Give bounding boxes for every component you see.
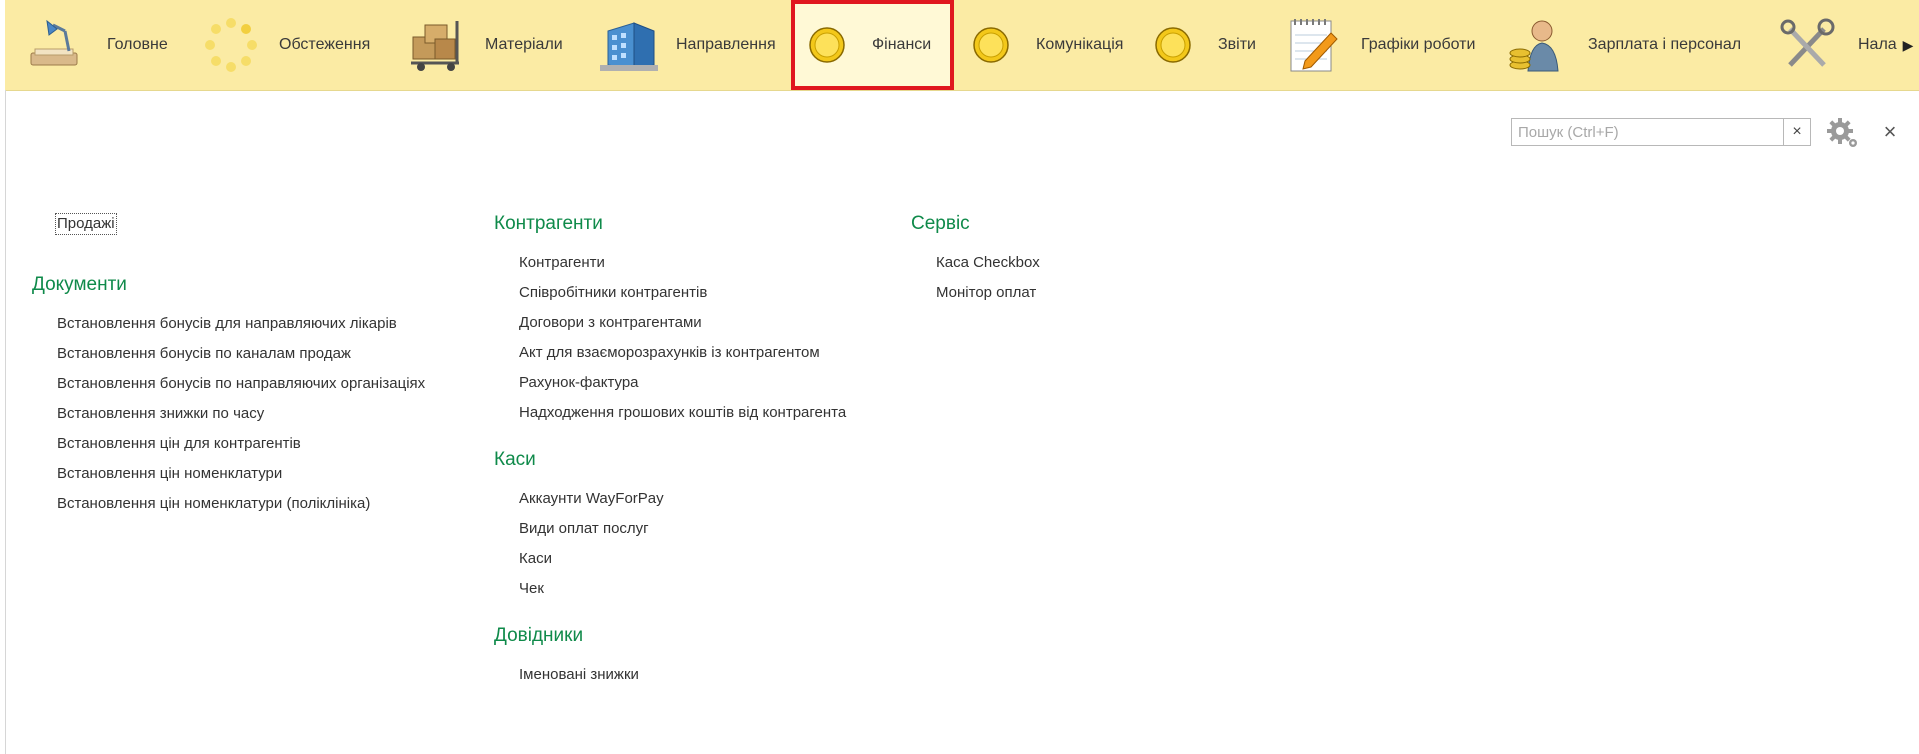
coin-icon	[969, 15, 1013, 75]
section-label: Графіки роботи	[1361, 36, 1476, 53]
menu-item[interactable]: Акт для взаєморозрахунків із контрагенто…	[494, 338, 846, 368]
section-label: Комунікація	[1036, 36, 1124, 53]
group-title-directories: Довідники	[494, 625, 584, 646]
clear-search-icon[interactable]: ×	[1783, 119, 1810, 145]
worker-coins-icon	[1508, 15, 1568, 75]
sections-panel: Головне Обстеження Матеріали Направлення…	[5, 0, 1919, 91]
section-label: Головне	[107, 36, 168, 53]
menu-item[interactable]: Встановлення бонусів по каналам продаж	[32, 339, 425, 369]
menu-item[interactable]: Встановлення знижки по часу	[32, 399, 425, 429]
menu-item[interactable]: Встановлення бонусів по направляючих орг…	[32, 369, 425, 399]
menu-item[interactable]: Контрагенти	[494, 248, 846, 278]
search-input[interactable]	[1512, 119, 1783, 145]
group-title-service: Сервіс	[911, 213, 970, 234]
search-box: ×	[1511, 118, 1811, 146]
scroll-right-arrow-icon[interactable]: ▶	[1897, 0, 1919, 90]
section-referrals[interactable]: Направлення	[600, 0, 776, 90]
menu-item[interactable]: Іменовані знижки	[494, 660, 846, 690]
menu-item[interactable]: Каса Checkbox	[911, 248, 1040, 278]
menu-item[interactable]: Встановлення бонусів для направляючих лі…	[32, 309, 425, 339]
notepad-pencil-icon	[1283, 15, 1343, 75]
left-border	[5, 90, 6, 754]
tools-icon	[1778, 15, 1838, 75]
gear-icon[interactable]	[1826, 117, 1860, 149]
coin-icon	[1151, 15, 1195, 75]
section-home[interactable]: Головне	[25, 0, 168, 90]
section-label: Звіти	[1218, 36, 1256, 53]
section-finance[interactable]: Фінанси	[791, 0, 954, 90]
section-label: Направлення	[676, 36, 776, 53]
menu-item[interactable]: Надходження грошових коштів від контраге…	[494, 398, 846, 428]
menu-item[interactable]: Встановлення цін номенклатури (полікліні…	[32, 489, 425, 519]
section-schedules[interactable]: Графіки роботи	[1283, 0, 1475, 90]
menu-item[interactable]: Договори з контрагентами	[494, 308, 846, 338]
column-counterparties: Контрагенти Контрагенти Співробітники ко…	[494, 212, 846, 690]
section-label: Обстеження	[279, 36, 371, 53]
group-title-cash-desks: Каси	[494, 449, 536, 470]
building-icon	[600, 15, 660, 75]
section-reports[interactable]: Звіти	[1151, 0, 1256, 90]
loading-spinner-icon	[201, 15, 261, 75]
menu-item[interactable]: Чек	[494, 574, 846, 604]
sales-link[interactable]: Продажі	[55, 213, 117, 235]
menu-item[interactable]: Види оплат послуг	[494, 514, 846, 544]
menu-item[interactable]: Каси	[494, 544, 846, 574]
desk-lamp-icon	[25, 15, 85, 75]
close-icon[interactable]: ×	[1878, 118, 1902, 146]
menu-item[interactable]: Встановлення цін для контрагентів	[32, 429, 425, 459]
coin-icon	[805, 15, 849, 75]
menu-item[interactable]: Співробітники контрагентів	[494, 278, 846, 308]
group-title-counterparties: Контрагенти	[494, 213, 603, 234]
section-label: Матеріали	[485, 36, 563, 53]
section-label: Фінанси	[872, 36, 932, 53]
boxes-cart-icon	[407, 15, 467, 75]
section-examination[interactable]: Обстеження	[201, 0, 370, 90]
section-settings[interactable]: Налаш	[1778, 0, 1910, 90]
column-service: Сервіс Каса Checkbox Монітор оплат	[911, 212, 1040, 308]
column-sales: Продажі Документи Встановлення бонусів д…	[32, 213, 425, 519]
section-communication[interactable]: Комунікація	[969, 0, 1123, 90]
menu-item[interactable]: Аккаунти WayForPay	[494, 484, 846, 514]
section-label: Зарплата і персонал	[1588, 36, 1742, 53]
menu-item[interactable]: Рахунок-фактура	[494, 368, 846, 398]
menu-item[interactable]: Встановлення цін номенклатури	[32, 459, 425, 489]
section-salary-staff[interactable]: Зарплата і персонал	[1508, 0, 1741, 90]
section-materials[interactable]: Матеріали	[407, 0, 563, 90]
menu-item[interactable]: Монітор оплат	[911, 278, 1040, 308]
group-title-documents: Документи	[32, 274, 127, 295]
